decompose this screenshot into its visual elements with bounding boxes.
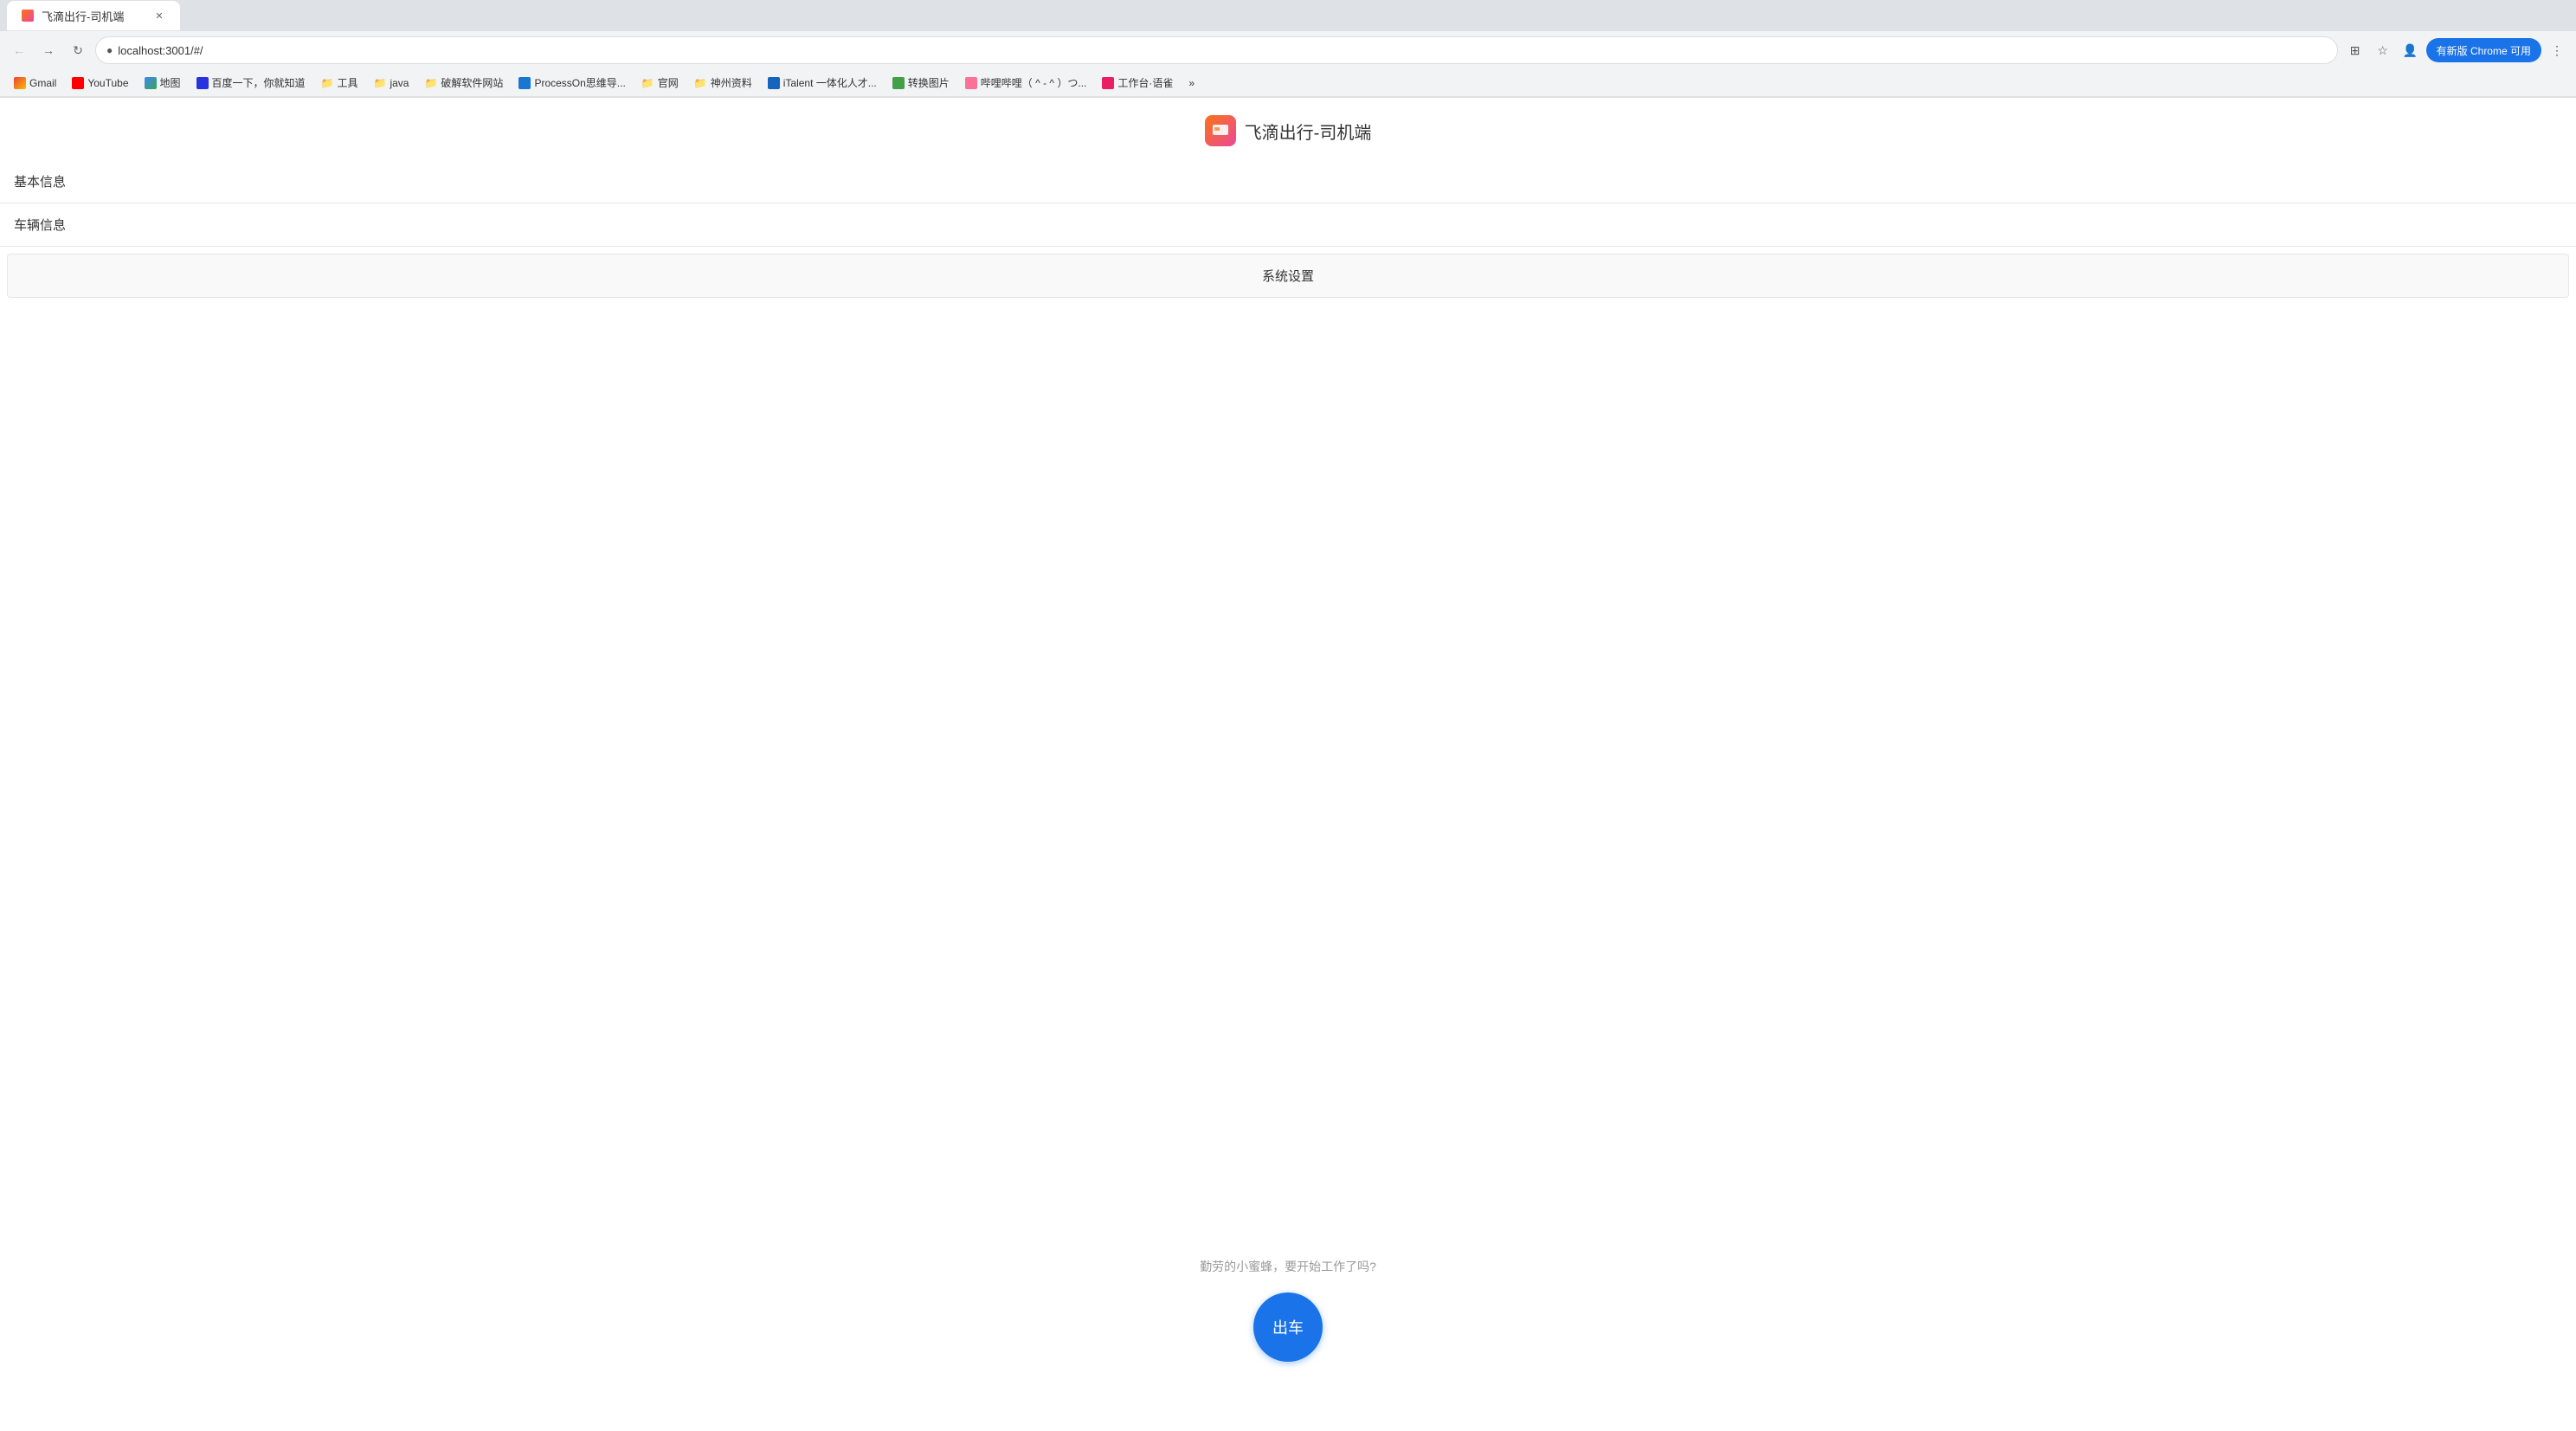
translate-icon[interactable]: ⊞ <box>2343 38 2367 62</box>
system-settings-label: 系统设置 <box>1262 269 1314 284</box>
bookmark-bilibili[interactable]: 哔哩哔哩（ ^ - ^ ）つ... <box>958 73 1094 93</box>
active-tab[interactable]: 飞滴出行-司机端 ✕ <box>7 1 180 30</box>
bookmark-label: java <box>390 77 409 89</box>
menu-item-vehicle-info[interactable]: 车辆信息 <box>0 203 2576 247</box>
lock-icon: ● <box>106 44 113 56</box>
bookmark-label: 工作台·语雀 <box>1117 75 1173 90</box>
start-btn-label: 出车 <box>1272 1316 1304 1338</box>
bookmark-processon[interactable]: ProcessOn思维导... <box>512 73 632 93</box>
tab-title: 飞滴出行-司机端 <box>42 8 124 24</box>
bookmark-label: iTalent 一体化人才... <box>783 75 877 90</box>
bookmark-label: 地图 <box>160 75 181 90</box>
browser-chrome: 飞滴出行-司机端 ✕ ← → ↻ ● localhost:3001/#/ ⊞ ☆… <box>0 0 2576 98</box>
gmail-favicon <box>14 77 26 89</box>
bookmark-shenzhou[interactable]: 📁 神州资料 <box>687 73 759 93</box>
chrome-update-button[interactable]: 有新版 Chrome 可用 <box>2426 38 2541 62</box>
menu-item-label: 基本信息 <box>14 172 66 190</box>
address-bar[interactable]: ● localhost:3001/#/ <box>95 36 2338 64</box>
convert-favicon <box>892 77 905 89</box>
bookmark-guanwang[interactable]: 📁 官网 <box>634 73 686 93</box>
back-button[interactable]: ← <box>7 38 31 62</box>
app-title: 飞滴出行-司机端 <box>1245 119 1372 144</box>
toolbar: ← → ↻ ● localhost:3001/#/ ⊞ ☆ 👤 有新版 Chro… <box>0 31 2576 69</box>
bookmark-label: Gmail <box>29 77 56 89</box>
bilibili-favicon <box>965 77 977 89</box>
bookmark-label: 神州资料 <box>711 75 752 90</box>
processon-favicon <box>518 77 531 89</box>
bookmark-baidu[interactable]: 百度一下，你就知道 <box>190 73 312 93</box>
bookmark-italent[interactable]: iTalent 一体化人才... <box>761 73 884 93</box>
bookmark-tools[interactable]: 📁 工具 <box>314 73 365 93</box>
menu-icon[interactable]: ⋮ <box>2545 38 2569 62</box>
bookmark-maps[interactable]: 地图 <box>138 73 188 93</box>
bookmark-java[interactable]: 📁 java <box>367 73 416 93</box>
bookmark-label: » <box>1188 77 1195 89</box>
bookmark-crack[interactable]: 📁 破解软件网站 <box>417 73 510 93</box>
bookmark-label: 官网 <box>658 75 679 90</box>
folder-icon: 📁 <box>374 77 387 89</box>
bookmark-icon[interactable]: ☆ <box>2371 38 2395 62</box>
bookmarks-bar: Gmail YouTube 地图 百度一下，你就知道 📁 工具 📁 java 📁… <box>0 69 2576 97</box>
tab-bar: 飞滴出行-司机端 ✕ <box>0 0 2576 31</box>
folder-icon: 📁 <box>641 77 654 89</box>
tagline-text: 勤劳的小蜜蜂，要开始工作了吗? <box>1200 1258 1376 1275</box>
profile-icon[interactable]: 👤 <box>2399 38 2423 62</box>
refresh-button[interactable]: ↻ <box>66 38 90 62</box>
forward-button[interactable]: → <box>36 38 61 62</box>
tab-favicon <box>21 9 35 23</box>
bookmark-label: 破解软件网站 <box>441 75 503 90</box>
bookmark-more[interactable]: » <box>1182 73 1201 93</box>
bookmark-convert[interactable]: 转换图片 <box>886 73 956 93</box>
bookmark-label: 哔哩哔哩（ ^ - ^ ）つ... <box>981 75 1087 90</box>
bookmark-label: ProcessOn思维导... <box>534 75 625 90</box>
bookmark-gmail[interactable]: Gmail <box>7 73 63 93</box>
app-logo <box>1205 115 1236 146</box>
baidu-favicon <box>196 77 209 89</box>
folder-icon: 📁 <box>321 77 334 89</box>
italent-favicon <box>768 77 780 89</box>
bookmark-label: 百度一下，你就知道 <box>212 75 306 90</box>
menu-item-basic-info[interactable]: 基本信息 <box>0 160 2576 203</box>
folder-icon: 📁 <box>424 77 437 89</box>
bookmark-work[interactable]: 工作台·语雀 <box>1095 73 1180 93</box>
toolbar-right: ⊞ ☆ 👤 有新版 Chrome 可用 ⋮ <box>2343 38 2569 62</box>
tab-close-button[interactable]: ✕ <box>152 9 166 23</box>
youtube-favicon <box>72 77 84 89</box>
menu-list: 基本信息 车辆信息 <box>0 160 2576 247</box>
maps-favicon <box>145 77 157 89</box>
bookmark-youtube[interactable]: YouTube <box>65 73 135 93</box>
work-favicon <box>1102 77 1114 89</box>
start-driving-button[interactable]: 出车 <box>1253 1292 1323 1362</box>
app-header: 飞滴出行-司机端 <box>0 98 2576 160</box>
menu-item-label: 车辆信息 <box>14 216 66 234</box>
bookmark-label: YouTube <box>87 77 128 89</box>
bottom-area: 勤劳的小蜜蜂，要开始工作了吗? 出车 <box>0 1258 2576 1362</box>
address-text: localhost:3001/#/ <box>118 44 2326 57</box>
system-settings-button[interactable]: 系统设置 <box>7 254 2569 298</box>
folder-icon: 📁 <box>694 77 707 89</box>
page-content: 飞滴出行-司机端 基本信息 车辆信息 系统设置 勤劳的小蜜蜂，要开始工作了吗? … <box>0 98 2576 1431</box>
bookmark-label: 转换图片 <box>908 75 950 90</box>
bookmark-label: 工具 <box>337 75 357 90</box>
